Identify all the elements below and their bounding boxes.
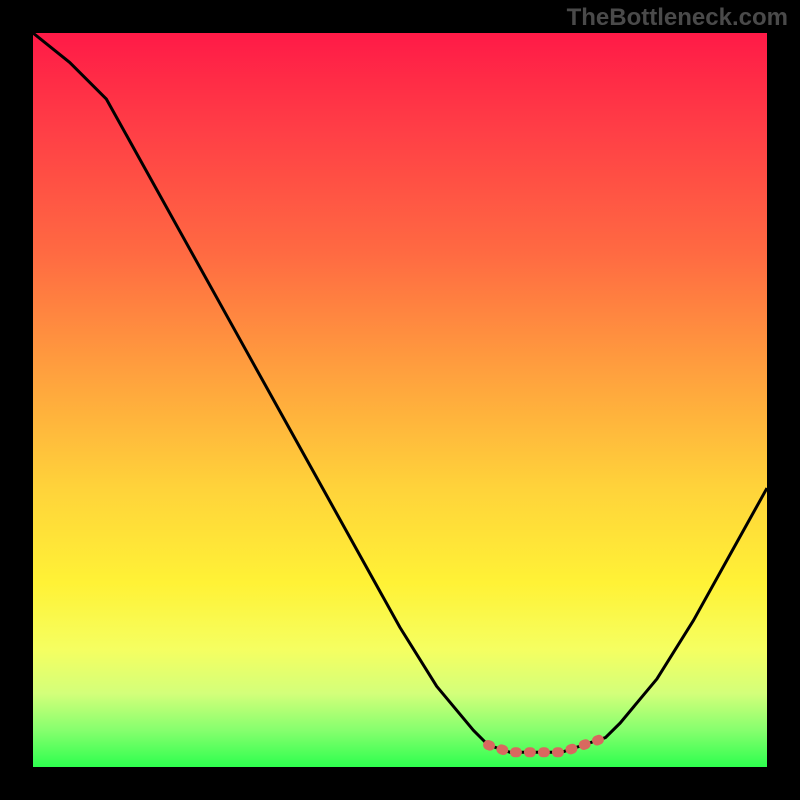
- bottleneck-curve-svg: [33, 33, 767, 767]
- curve-layer: [33, 33, 767, 752]
- bottleneck-curve-path: [33, 33, 767, 752]
- watermark-text: TheBottleneck.com: [567, 4, 788, 32]
- plot-area: [33, 33, 767, 767]
- optimal-range-path: [488, 738, 605, 753]
- chart-frame: TheBottleneck.com: [0, 0, 800, 800]
- marker-layer: [488, 738, 605, 753]
